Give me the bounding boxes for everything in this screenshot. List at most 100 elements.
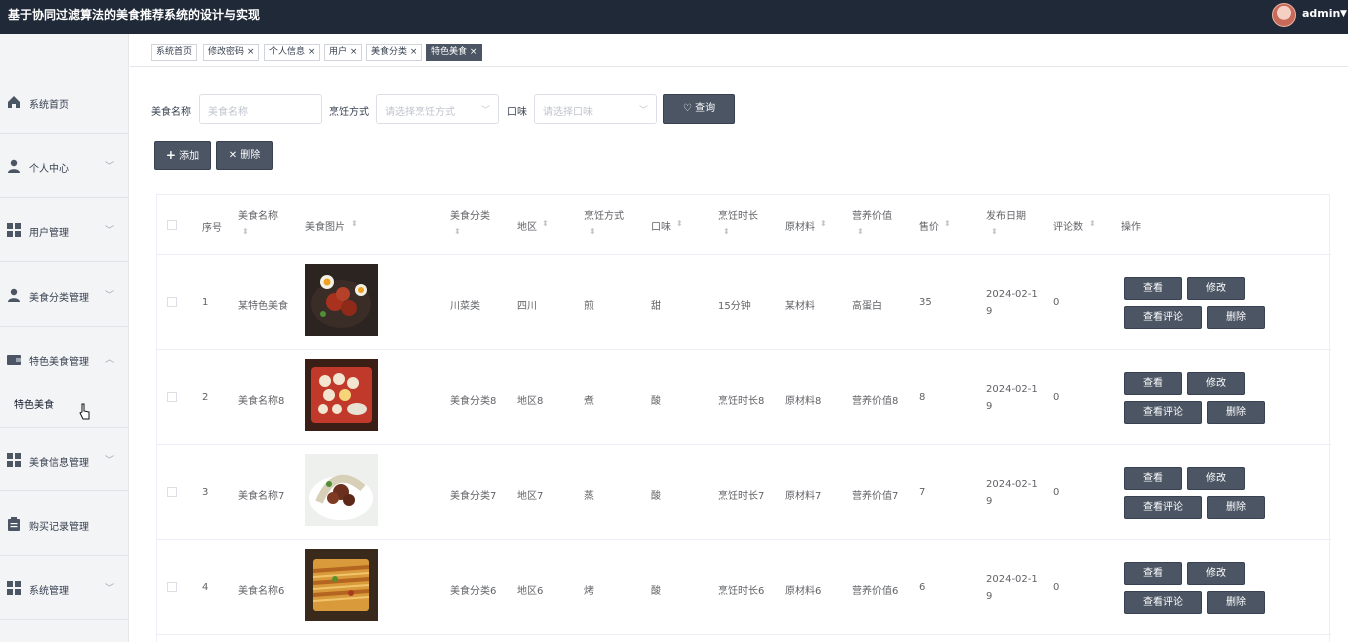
grid-icon [7, 581, 21, 595]
th-duration[interactable]: 烹饪时长 [718, 207, 758, 222]
sidebar-item-food-category[interactable]: 美食分类管理 ﹀ [0, 263, 129, 327]
close-icon[interactable]: × [470, 47, 478, 57]
th-name[interactable]: 美食名称 [238, 207, 278, 222]
sidebar-item-personal[interactable]: 个人中心 ﹀ [0, 134, 129, 198]
avatar[interactable] [1272, 3, 1296, 27]
th-image[interactable]: 美食图片 [305, 218, 345, 233]
th-comments[interactable]: 评论数 [1053, 218, 1083, 233]
sidebar-item-food-info[interactable]: 美食信息管理 ﹀ [0, 427, 129, 491]
view-comments-button[interactable]: 查看评论 [1124, 496, 1202, 519]
cell-index: 2 [202, 392, 209, 403]
user-menu[interactable]: admin ▼ [1272, 3, 1348, 29]
sort-icon[interactable]: ⬍ [676, 219, 683, 228]
cell-price: 6 [919, 582, 926, 593]
wallet-icon [7, 352, 21, 366]
th-nutrition[interactable]: 营养价值 [852, 207, 892, 222]
sidebar-item-label: 系统首页 [29, 100, 69, 111]
query-button[interactable]: ♡ 查询 [663, 94, 735, 124]
select-all-checkbox[interactable] [167, 220, 177, 230]
tab-users[interactable]: 用户 × [324, 44, 363, 61]
cell-duration: 烹饪时长7 [718, 491, 765, 502]
close-icon[interactable]: × [350, 47, 358, 57]
sort-icon[interactable]: ⬍ [944, 219, 951, 228]
th-taste[interactable]: 口味 [651, 218, 671, 233]
th-ingredients[interactable]: 原材料 [785, 218, 815, 233]
sidebar-item-home[interactable]: 系统首页 [0, 70, 129, 134]
close-icon[interactable]: × [247, 47, 255, 57]
food-image [305, 454, 378, 526]
th-date[interactable]: 发布日期 [986, 207, 1026, 222]
sort-icon[interactable]: ⬍ [723, 227, 730, 236]
heart-icon: ♡ [682, 103, 692, 114]
table-row: 2 美食名称8 美食分类8 地区8 煮 酸 烹饪时长8 原材料8 营养价值8 8… [157, 350, 1331, 445]
delete-button[interactable]: 删除 [1207, 306, 1265, 329]
sort-icon[interactable]: ⬍ [351, 219, 358, 228]
tab-change-password[interactable]: 修改密码 × [203, 44, 260, 61]
edit-button[interactable]: 修改 [1187, 467, 1245, 490]
grid-icon [7, 453, 21, 467]
delete-button[interactable]: 删除 [1207, 496, 1265, 519]
clipboard-icon [7, 517, 21, 531]
view-comments-button[interactable]: 查看评论 [1124, 591, 1202, 614]
sidebar-item-label: 系统管理 [29, 586, 69, 597]
row-checkbox[interactable] [167, 297, 177, 307]
row-checkbox[interactable] [167, 582, 177, 592]
cell-method: 煎 [584, 301, 594, 312]
user-name[interactable]: admin [1302, 7, 1340, 20]
cell-date-wrap: 9 [986, 496, 993, 507]
sidebar-item-label: 个人中心 [29, 164, 69, 175]
sort-icon[interactable]: ⬍ [542, 219, 549, 228]
edit-button[interactable]: 修改 [1187, 372, 1245, 395]
view-button[interactable]: 查看 [1124, 372, 1182, 395]
view-button[interactable]: 查看 [1124, 277, 1182, 300]
sidebar-item-system[interactable]: 系统管理 ﹀ [0, 556, 129, 620]
th-category[interactable]: 美食分类 [450, 207, 490, 222]
edit-button[interactable]: 修改 [1187, 277, 1245, 300]
tab-home[interactable]: 系统首页 [151, 44, 198, 61]
th-price[interactable]: 售价 [919, 218, 939, 233]
sort-icon[interactable]: ⬍ [857, 227, 864, 236]
tab-food-category[interactable]: 美食分类 × [366, 44, 423, 61]
row-checkbox[interactable] [167, 487, 177, 497]
cell-comments: 0 [1053, 297, 1060, 308]
sidebar-subitem-specialty[interactable]: 特色美食 [0, 382, 129, 426]
caret-down-icon[interactable]: ▼ [1340, 9, 1347, 19]
delete-button[interactable]: 删除 [1207, 401, 1265, 424]
taste-select[interactable]: 请选择口味 ﹀ [534, 94, 657, 124]
view-comments-button[interactable]: 查看评论 [1124, 401, 1202, 424]
cell-name: 美食名称7 [238, 491, 285, 502]
tab-personal-info[interactable]: 个人信息 × [264, 44, 321, 61]
sort-icon[interactable]: ⬍ [1089, 219, 1096, 228]
food-name-input[interactable]: 美食名称 [199, 94, 322, 124]
chevron-down-icon: ﹀ [105, 226, 115, 236]
bulk-delete-button[interactable]: ✕ 删除 [216, 141, 273, 170]
view-button[interactable]: 查看 [1124, 562, 1182, 585]
cell-taste: 酸 [651, 396, 661, 407]
cell-date: 2024-02-1 [986, 384, 1038, 395]
row-checkbox[interactable] [167, 392, 177, 402]
cell-category: 美食分类6 [450, 586, 497, 597]
close-icon[interactable]: × [308, 47, 316, 57]
cooking-method-select[interactable]: 请选择烹饪方式 ﹀ [376, 94, 499, 124]
sort-icon[interactable]: ⬍ [454, 227, 461, 236]
view-button[interactable]: 查看 [1124, 467, 1182, 490]
tab-specialty-food[interactable]: 特色美食 × [426, 44, 483, 61]
sidebar-item-users[interactable]: 用户管理 ﹀ [0, 198, 129, 262]
view-comments-button[interactable]: 查看评论 [1124, 306, 1202, 329]
edit-button[interactable]: 修改 [1187, 562, 1245, 585]
cooking-method-label: 烹饪方式 [329, 107, 369, 118]
sidebar-item-purchases[interactable]: 购买记录管理 [0, 492, 129, 556]
sort-icon[interactable]: ⬍ [991, 227, 998, 236]
sort-icon[interactable]: ⬍ [242, 227, 249, 236]
x-icon: ✕ [228, 150, 238, 161]
sidebar-item-label: 用户管理 [29, 228, 69, 239]
mouse-cursor-icon [79, 403, 91, 425]
sort-icon[interactable]: ⬍ [820, 219, 827, 228]
th-method[interactable]: 烹饪方式 [584, 207, 624, 222]
add-button[interactable]: + 添加 [154, 141, 211, 170]
sort-icon[interactable]: ⬍ [589, 227, 596, 236]
close-icon[interactable]: × [410, 47, 418, 57]
delete-button[interactable]: 删除 [1207, 591, 1265, 614]
th-region[interactable]: 地区 [517, 218, 537, 233]
cell-taste: 酸 [651, 586, 661, 597]
